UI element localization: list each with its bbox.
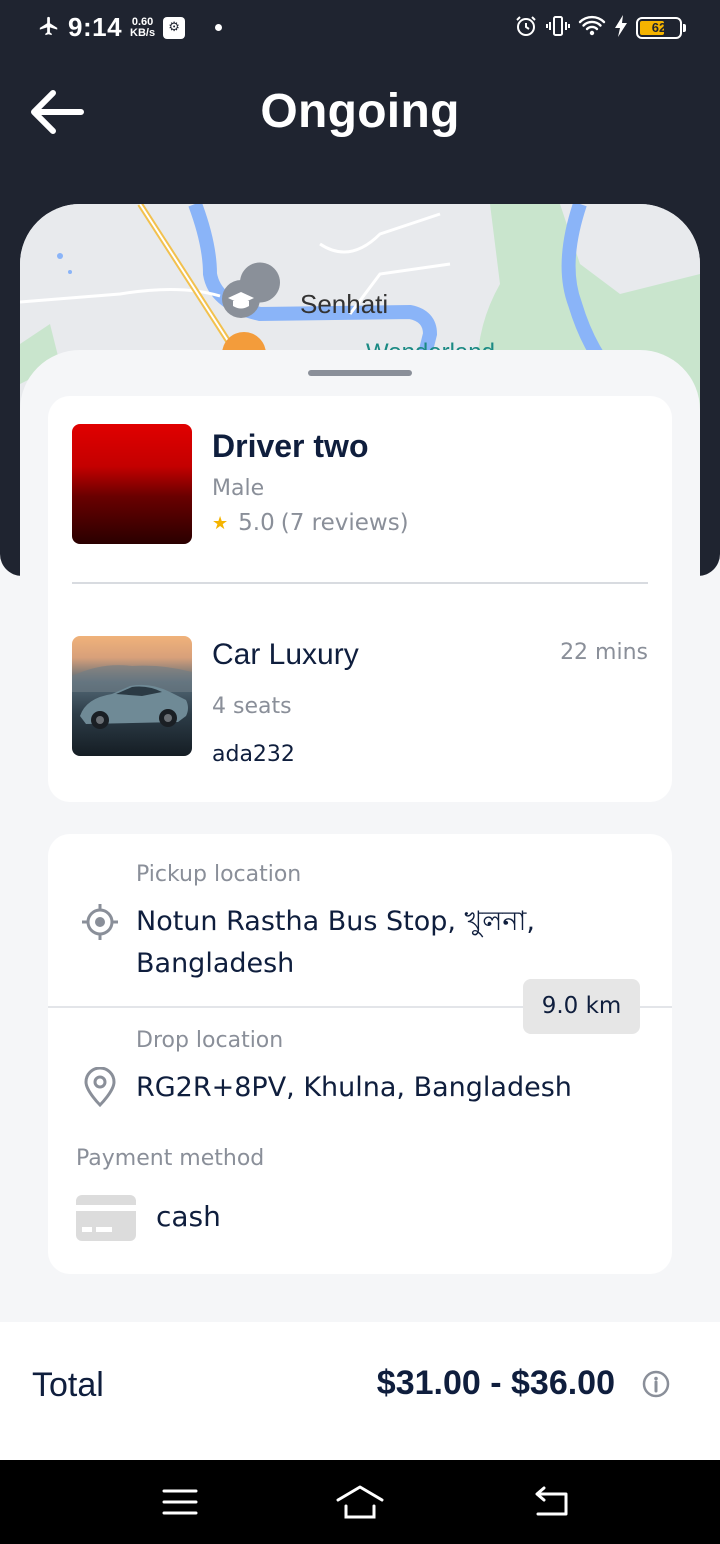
driver-avatar — [72, 424, 192, 544]
charging-icon — [614, 15, 628, 41]
usb-debug-icon: ⚙ — [163, 16, 186, 39]
total-fare: $31.00 - $36.00 — [376, 1364, 615, 1402]
driver-rating: ★ 5.0 (7 reviews) — [212, 510, 409, 536]
vehicle-eta: 22 mins — [560, 640, 648, 665]
map-place-label: Senhati — [300, 289, 388, 319]
review-count: (7 reviews) — [280, 510, 409, 536]
system-nav-bar — [0, 1460, 720, 1544]
notification-dot-icon — [215, 24, 223, 31]
vehicle-seats: 4 seats — [212, 694, 292, 719]
driver-card: Driver two Male ★ 5.0 (7 reviews) Car Lu… — [48, 396, 672, 802]
info-icon[interactable] — [642, 1370, 670, 1398]
pickup-location: Notun Rastha Bus Stop, খুলনা, Bangladesh — [136, 906, 535, 979]
total-footer: Total $31.00 - $36.00 — [0, 1322, 720, 1460]
speed-unit: KB/s — [130, 26, 156, 39]
trip-details-card: Pickup location Notun Rastha Bus Stop, খ… — [48, 834, 672, 1274]
pickup-label: Pickup location — [136, 862, 302, 887]
status-bar: 9:14 0.60 KB/s ⚙ 62 — [0, 0, 720, 56]
back-nav-button[interactable] — [526, 1480, 574, 1524]
battery-level: 62 — [651, 20, 667, 35]
network-speed: 0.60 KB/s — [130, 15, 156, 39]
drop-label: Drop location — [136, 1028, 284, 1053]
credit-card-icon — [76, 1195, 136, 1241]
speed-value: 0.60 — [131, 15, 154, 28]
driver-gender: Male — [212, 476, 265, 501]
drop-location: RG2R+8PV, Khulna, Bangladesh — [136, 1072, 572, 1103]
home-icon — [336, 1485, 384, 1519]
page-title: Ongoing — [260, 85, 460, 138]
distance-badge: 9.0 km — [523, 979, 640, 1034]
home-button[interactable] — [336, 1480, 384, 1524]
vehicle-photo — [72, 636, 192, 756]
rating-value: 5.0 — [238, 510, 275, 536]
vibrate-icon — [546, 14, 570, 42]
wifi-icon — [578, 14, 606, 42]
payment-method: cash — [156, 1200, 221, 1233]
status-left: 9:14 0.60 KB/s ⚙ — [38, 12, 223, 43]
battery-icon: 62 — [636, 17, 686, 39]
crosshair-icon — [80, 902, 120, 942]
location-pin-icon — [80, 1067, 120, 1107]
star-icon: ★ — [212, 512, 229, 534]
airplane-icon — [38, 15, 60, 41]
status-right: 62 — [514, 14, 686, 42]
alarm-icon — [514, 14, 538, 42]
driver-name: Driver two — [212, 428, 369, 464]
vehicle-plate: ada232 — [212, 742, 295, 767]
payment-label: Payment method — [76, 1146, 265, 1171]
menu-button[interactable] — [156, 1480, 204, 1524]
total-label: Total — [32, 1366, 104, 1404]
vehicle-name: Car Luxury — [212, 638, 359, 671]
status-time: 9:14 — [68, 12, 123, 42]
menu-icon — [162, 1489, 198, 1515]
drag-handle[interactable] — [308, 370, 412, 376]
divider — [72, 582, 648, 584]
back-nav-icon — [535, 1486, 568, 1516]
